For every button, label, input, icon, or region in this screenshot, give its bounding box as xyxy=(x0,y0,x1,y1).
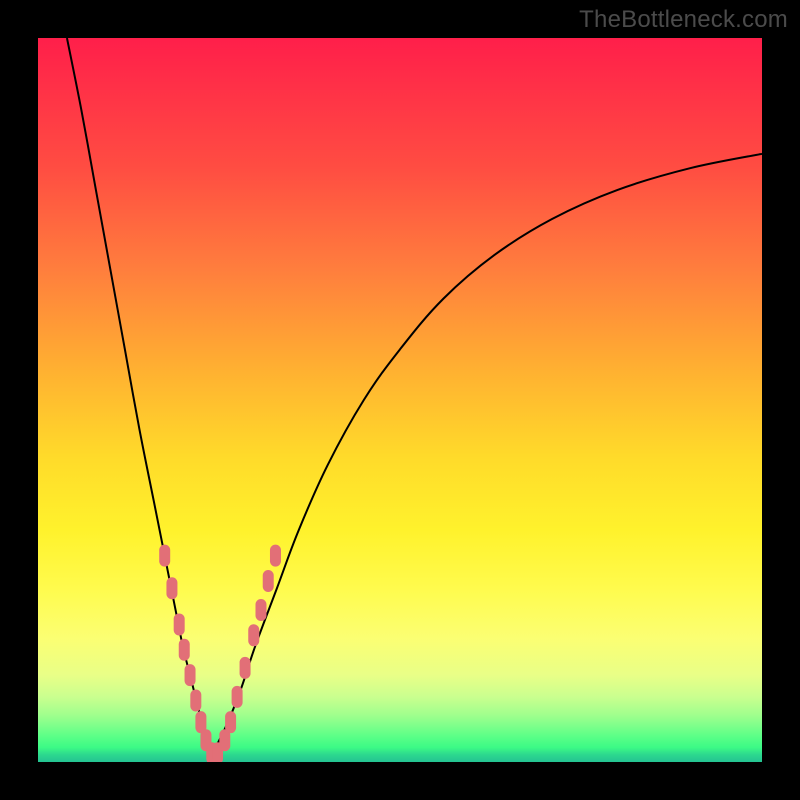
trough-marker xyxy=(179,639,190,661)
chart-svg xyxy=(38,38,762,762)
trough-marker xyxy=(232,686,243,708)
left-branch-curve xyxy=(67,38,212,755)
trough-marker xyxy=(240,657,251,679)
trough-markers xyxy=(159,545,281,762)
trough-marker xyxy=(166,577,177,599)
trough-marker xyxy=(225,711,236,733)
trough-marker xyxy=(270,545,281,567)
trough-marker xyxy=(174,613,185,635)
trough-marker xyxy=(255,599,266,621)
plot-area xyxy=(38,38,762,762)
trough-marker xyxy=(190,689,201,711)
chart-frame: TheBottleneck.com xyxy=(0,0,800,800)
right-branch-curve xyxy=(212,154,762,755)
trough-marker xyxy=(159,545,170,567)
watermark-text: TheBottleneck.com xyxy=(579,6,788,34)
trough-marker xyxy=(263,570,274,592)
trough-marker xyxy=(185,664,196,686)
trough-marker xyxy=(248,624,259,646)
